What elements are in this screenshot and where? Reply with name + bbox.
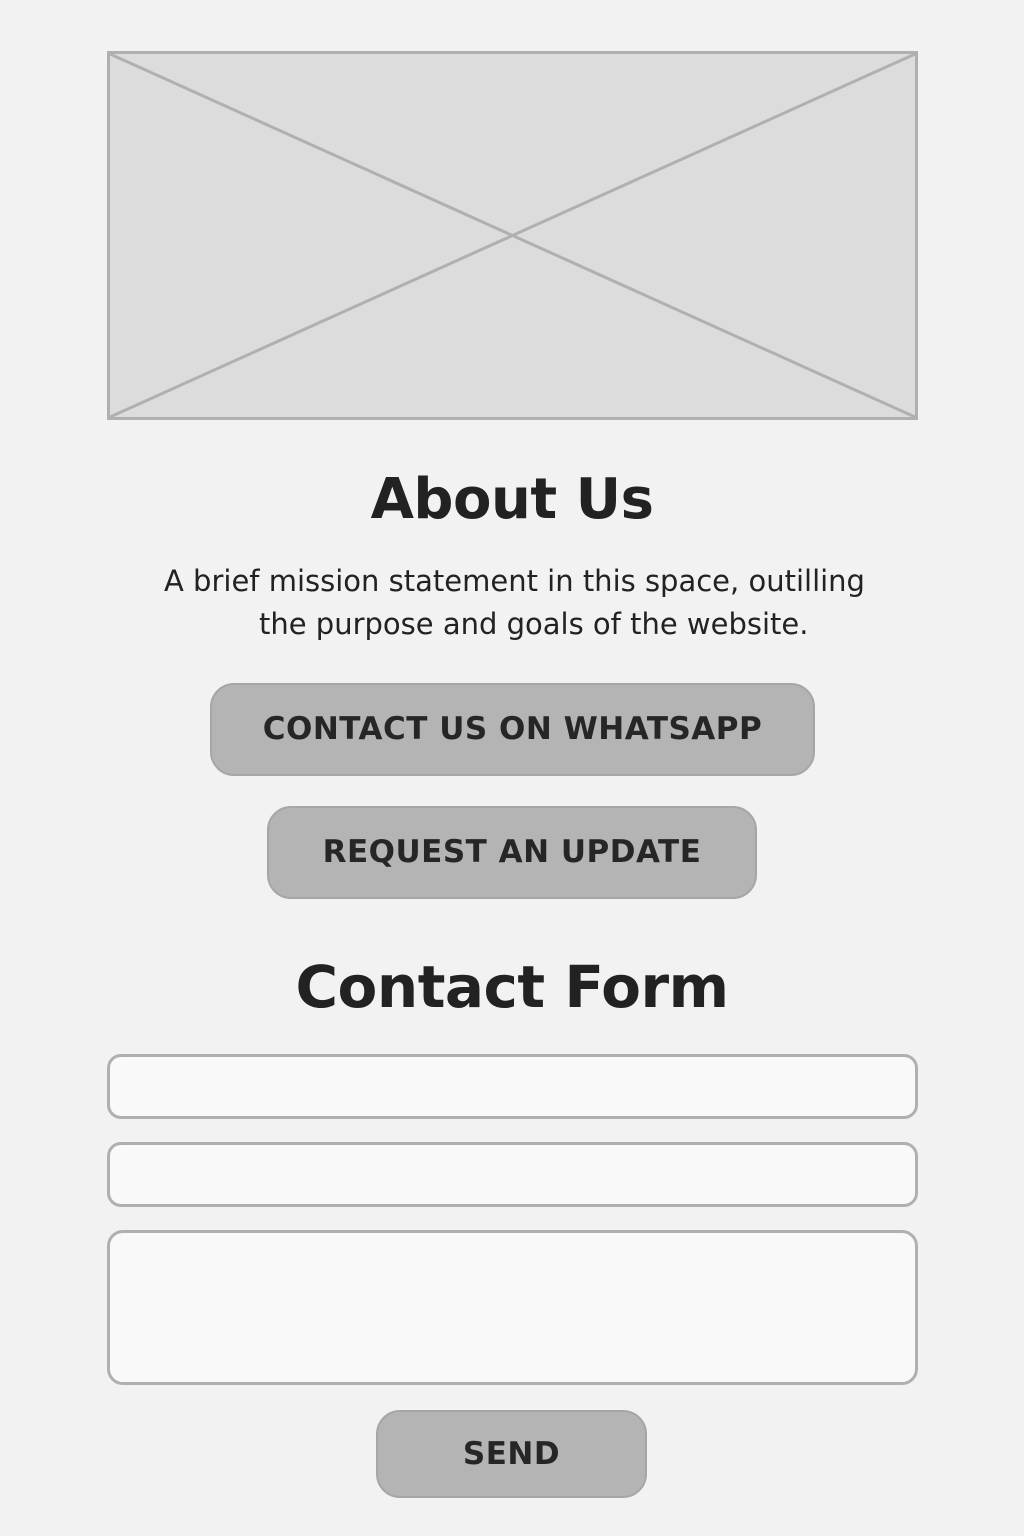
hero-image-placeholder — [107, 51, 918, 420]
contact-message-field[interactable] — [107, 1230, 918, 1385]
about-us-heading: About Us — [370, 467, 654, 532]
page: About Us A brief mission statement in th… — [0, 0, 1024, 1536]
mission-statement-line-1: A brief mission statement in this space,… — [164, 564, 865, 598]
mission-statement-line-2: the purpose and goals of the website. — [259, 607, 809, 641]
contact-whatsapp-button[interactable]: CONTACT US ON WHATSAPP — [210, 683, 815, 776]
request-update-button[interactable]: REQUEST AN UPDATE — [267, 806, 757, 899]
contact-form-heading: Contact Form — [295, 953, 729, 1021]
send-button[interactable]: SEND — [376, 1410, 647, 1498]
contact-field-2[interactable] — [107, 1142, 918, 1207]
contact-field-1[interactable] — [107, 1054, 918, 1119]
mission-statement: A brief mission statement in this space,… — [160, 560, 865, 646]
image-placeholder-icon — [110, 54, 915, 417]
